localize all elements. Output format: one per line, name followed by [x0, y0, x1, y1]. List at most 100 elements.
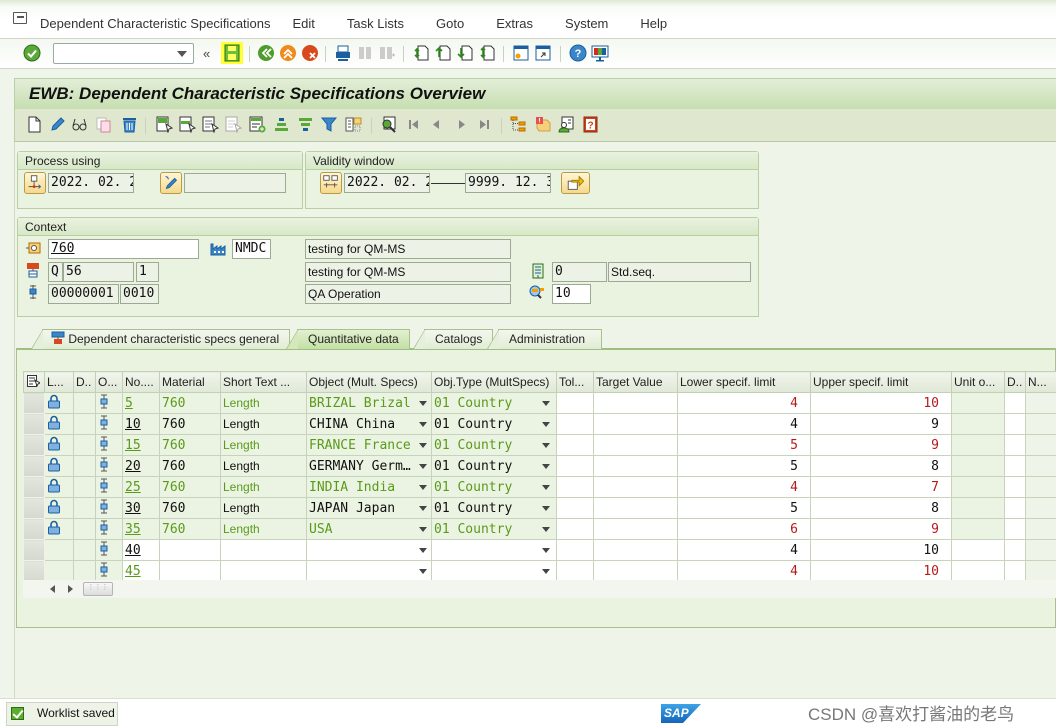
menu-help[interactable]: Help: [640, 16, 667, 31]
menu-goto[interactable]: Goto: [436, 16, 464, 31]
object-cell[interactable]: JAPAN Japan: [306, 497, 432, 519]
number-cell[interactable]: 35: [122, 518, 160, 540]
display-icon[interactable]: [71, 116, 88, 133]
previous-page-icon[interactable]: [434, 44, 452, 62]
select-all-column-header[interactable]: [23, 371, 45, 393]
column-header[interactable]: No....: [122, 371, 160, 393]
object-cell[interactable]: CHINA China: [306, 413, 432, 435]
unit-cell[interactable]: [951, 392, 1005, 414]
validity-window-button[interactable]: [320, 172, 342, 194]
number-cell[interactable]: 15: [122, 434, 160, 456]
chevron-down-icon[interactable]: [177, 51, 187, 57]
print-icon[interactable]: [334, 44, 352, 62]
chevron-down-icon[interactable]: [419, 422, 427, 427]
new-session-icon[interactable]: [512, 44, 530, 62]
tolerance-cell[interactable]: [556, 434, 594, 456]
tab-quantitative-data[interactable]: Quantitative data: [286, 329, 410, 349]
sequence-field[interactable]: 0: [552, 262, 607, 282]
number-cell[interactable]: 30: [122, 497, 160, 519]
menu-icon[interactable]: [13, 12, 27, 24]
upper-limit-cell[interactable]: 10: [810, 392, 952, 414]
horizontal-scrollbar[interactable]: ⋮⋮⋮: [23, 580, 1056, 598]
table-row[interactable]: 25 760 Length INDIA India 01 Country 4 7: [23, 476, 1056, 498]
target-value-cell[interactable]: [593, 455, 678, 477]
target-value-cell[interactable]: [593, 560, 678, 582]
column-header[interactable]: Object (Mult. Specs): [306, 371, 432, 393]
column-header[interactable]: D..: [73, 371, 96, 393]
hierarchy-icon[interactable]: [510, 116, 527, 133]
row-selector[interactable]: [23, 392, 45, 414]
number-link[interactable]: 10: [125, 417, 141, 432]
unit-cell[interactable]: [951, 455, 1005, 477]
unit-cell[interactable]: [951, 560, 1005, 582]
row-selector[interactable]: [23, 455, 45, 477]
chevron-down-icon[interactable]: [542, 422, 550, 427]
number-link[interactable]: 30: [125, 501, 141, 516]
row-selector[interactable]: [23, 518, 45, 540]
decimal-cell[interactable]: [1004, 434, 1026, 456]
number-cell[interactable]: 20: [122, 455, 160, 477]
chevron-down-icon[interactable]: [542, 506, 550, 511]
unit-cell[interactable]: [951, 497, 1005, 519]
decimal-cell[interactable]: [1004, 539, 1026, 561]
messages-icon[interactable]: [534, 116, 551, 133]
scroll-right-icon[interactable]: [68, 585, 73, 593]
tolerance-cell[interactable]: [556, 539, 594, 561]
chevron-down-icon[interactable]: [419, 401, 427, 406]
chevron-down-icon[interactable]: [542, 401, 550, 406]
row-selector[interactable]: [23, 497, 45, 519]
object-type-cell[interactable]: [431, 539, 557, 561]
column-header[interactable]: N...: [1025, 371, 1056, 393]
object-type-cell[interactable]: 01 Country: [431, 476, 557, 498]
scroll-left-icon[interactable]: [50, 585, 55, 593]
customize-layout-icon[interactable]: [591, 44, 609, 62]
lower-limit-cell[interactable]: 4: [677, 539, 811, 561]
menu-edit[interactable]: Edit: [293, 16, 315, 31]
node-field[interactable]: 00000001: [48, 284, 119, 304]
process-date-button[interactable]: [24, 172, 46, 194]
help-book-icon[interactable]: ?: [582, 116, 599, 133]
object-cell[interactable]: BRIZAL Brizal: [306, 392, 432, 414]
first-page-icon[interactable]: [412, 44, 430, 62]
decimal-cell[interactable]: [1004, 560, 1026, 582]
help-icon[interactable]: ?: [569, 44, 587, 62]
object-type-cell[interactable]: 01 Country: [431, 497, 557, 519]
characteristic-number-field[interactable]: 10: [552, 284, 591, 304]
target-value-cell[interactable]: [593, 497, 678, 519]
tab-administration[interactable]: Administration: [487, 329, 602, 349]
unit-cell[interactable]: [951, 434, 1005, 456]
menu-extras[interactable]: Extras: [496, 16, 533, 31]
object-type-cell[interactable]: 01 Country: [431, 518, 557, 540]
upper-limit-cell[interactable]: 8: [810, 497, 952, 519]
select-block-icon[interactable]: [179, 116, 196, 133]
tolerance-cell[interactable]: [556, 518, 594, 540]
task-list-type-field[interactable]: Q: [48, 262, 63, 282]
lower-limit-cell[interactable]: 5: [677, 434, 811, 456]
details-icon[interactable]: [380, 116, 397, 133]
unit-cell[interactable]: [951, 518, 1005, 540]
chevron-down-icon[interactable]: [419, 527, 427, 532]
enter-icon[interactable]: [23, 44, 41, 62]
lower-limit-cell[interactable]: 6: [677, 518, 811, 540]
chevron-down-icon[interactable]: [419, 569, 427, 574]
collapse-chevron-icon[interactable]: «: [203, 46, 210, 61]
chevron-down-icon[interactable]: [419, 485, 427, 490]
change-number-button[interactable]: [160, 172, 182, 194]
number-link[interactable]: 20: [125, 459, 141, 474]
number-link[interactable]: 25: [125, 480, 141, 495]
valid-from-field[interactable]: 2022. 02. 26: [344, 173, 430, 193]
chevron-down-icon[interactable]: [542, 464, 550, 469]
shortcut-icon[interactable]: [534, 44, 552, 62]
chevron-down-icon[interactable]: [419, 506, 427, 511]
table-row[interactable]: 20 760 Length GERMANY Germ… 01 Country 5…: [23, 455, 1056, 477]
target-value-cell[interactable]: [593, 413, 678, 435]
lower-limit-cell[interactable]: 4: [677, 476, 811, 498]
change-number-field[interactable]: [184, 173, 286, 193]
chevron-down-icon[interactable]: [542, 569, 550, 574]
object-type-cell[interactable]: [431, 560, 557, 582]
chevron-down-icon[interactable]: [542, 485, 550, 490]
plant-field[interactable]: NMDC: [232, 239, 271, 259]
unit-cell[interactable]: [951, 539, 1005, 561]
table-row[interactable]: 30 760 Length JAPAN Japan 01 Country 5 8: [23, 497, 1056, 519]
row-selector[interactable]: [23, 560, 45, 582]
